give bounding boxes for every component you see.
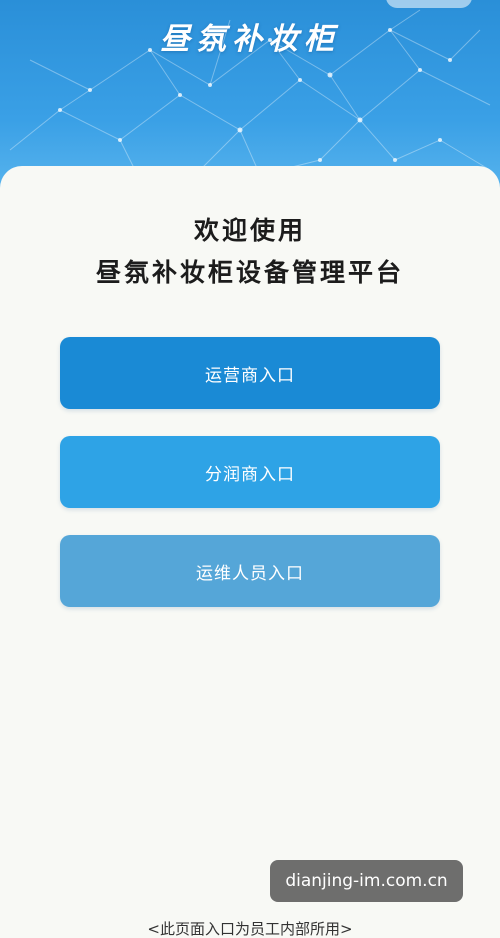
watermark-label: dianjing-im.com.cn [270,860,463,902]
app-title: 昼氛补妆柜 [160,22,340,57]
welcome-line-2: 昼氛补妆柜设备管理平台 [95,258,404,287]
welcome-heading: 欢迎使用 昼氛补妆柜设备管理平台 [0,210,500,294]
top-pill-button[interactable] [386,0,472,8]
footer-note: <此页面入口为员工内部所用> [147,920,353,938]
maintenance-entry-button[interactable]: 运维人员入口 [60,535,440,607]
welcome-line-1: 欢迎使用 [193,216,306,245]
operator-entry-button[interactable]: 运营商入口 [60,337,440,409]
profit-share-entry-button[interactable]: 分润商入口 [60,436,440,508]
